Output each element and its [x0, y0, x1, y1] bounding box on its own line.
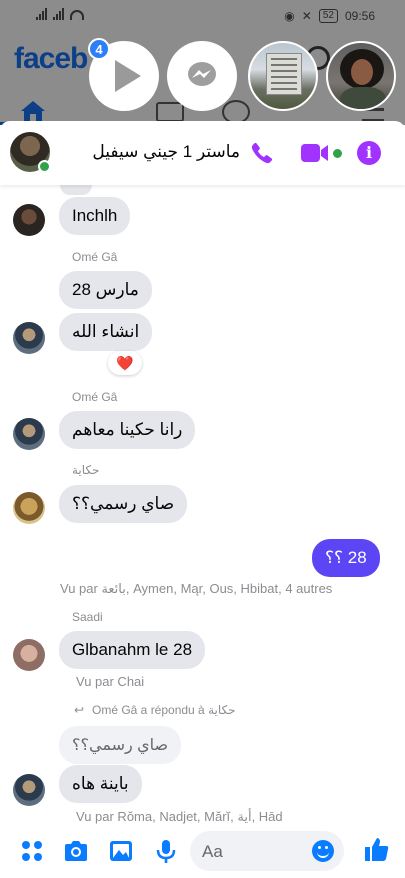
- microphone-icon[interactable]: [152, 837, 180, 865]
- avatar[interactable]: [13, 492, 45, 524]
- video-call-icon[interactable]: [301, 143, 329, 163]
- message-bubble[interactable]: 28 مارس: [59, 271, 152, 309]
- conversation-header: ماستر 1 جيني سيفيل i: [0, 121, 405, 185]
- seen-by-text[interactable]: Vu par بائعة, Aymen, Mąr, Ous, Hbibat, 4…: [60, 581, 332, 597]
- avatar[interactable]: [13, 418, 45, 450]
- avatar[interactable]: [13, 204, 45, 236]
- facebook-logo: faceb: [14, 42, 88, 75]
- like-icon[interactable]: [362, 835, 390, 863]
- status-bar: ◉ ✕ 52 09:56: [0, 0, 405, 32]
- apps-icon[interactable]: [18, 837, 46, 865]
- message-composer: Aa: [0, 825, 405, 878]
- eye-icon: ◉: [284, 9, 295, 23]
- quoted-message[interactable]: صاي رسمي؟؟: [59, 726, 182, 764]
- sent-message-bubble[interactable]: 28 ؟؟: [312, 539, 380, 577]
- message-bubble[interactable]: انشاء الله: [59, 313, 153, 351]
- message-bubble[interactable]: Inchlh: [59, 197, 131, 235]
- video-active-indicator: [333, 149, 342, 158]
- message-bubble[interactable]: صاي رسمي؟؟: [59, 485, 188, 523]
- battery-icon: 52: [318, 9, 338, 23]
- reply-arrow-icon: ↩: [74, 703, 85, 717]
- chat-head-contact[interactable]: [326, 41, 396, 111]
- sender-name: حكاية: [72, 463, 100, 477]
- avatar[interactable]: [13, 774, 45, 806]
- seen-by-text[interactable]: Vu par Chai: [76, 674, 144, 689]
- wifi-icon: [70, 10, 84, 20]
- message-bubble[interactable]: باينة هاه: [59, 765, 142, 803]
- messenger-screen: faceb ◉ ✕ 52 09:56 4 ماستر 1 جيني سيفيل …: [0, 0, 405, 878]
- chat-head-group[interactable]: [248, 41, 318, 111]
- marketplace-icon: [156, 102, 184, 122]
- previous-message-tail: [60, 185, 92, 195]
- chat-head-messenger[interactable]: [167, 41, 237, 111]
- signal-icon: [36, 8, 47, 20]
- sender-name: Saadi: [72, 610, 103, 624]
- signal-icon: [53, 8, 64, 20]
- messenger-icon: [188, 62, 216, 86]
- online-indicator: [38, 160, 51, 173]
- building-photo: [266, 53, 302, 95]
- play-icon: [115, 60, 141, 92]
- sender-name: Omé Gâ: [72, 250, 118, 264]
- message-input-placeholder: Aa: [202, 842, 223, 861]
- clock: 09:56: [344, 9, 375, 23]
- avatar[interactable]: [13, 322, 45, 354]
- heart-reaction-icon[interactable]: ❤️: [108, 351, 142, 375]
- avatar-face: [351, 59, 373, 85]
- mute-icon: ✕: [301, 9, 312, 23]
- reply-indicator: Omé Gâ a répondu à حكاية: [92, 703, 236, 717]
- emoji-icon[interactable]: [312, 840, 334, 862]
- info-icon[interactable]: i: [357, 141, 381, 165]
- avatar[interactable]: [13, 639, 45, 671]
- message-bubble[interactable]: Glbanahm le 28: [59, 631, 206, 669]
- gallery-icon[interactable]: [107, 837, 135, 865]
- sender-name: Omé Gâ: [72, 390, 118, 404]
- avatar-body: [340, 87, 386, 109]
- conversation-title[interactable]: ماستر 1 جيني سيفيل: [92, 142, 240, 162]
- message-input[interactable]: Aa: [190, 831, 344, 871]
- home-icon: [20, 100, 46, 122]
- seen-by-text[interactable]: Vu par Rŏma, Nadjet, Mărĭ, أية, Hād: [76, 809, 283, 825]
- message-bubble[interactable]: رانا حكينا معاهم: [59, 411, 196, 449]
- unread-badge: 4: [88, 38, 110, 60]
- camera-icon[interactable]: [62, 837, 90, 865]
- phone-icon[interactable]: [250, 141, 274, 165]
- message-list[interactable]: Inchlh Omé Gâ 28 مارس انشاء الله ❤️ Omé …: [0, 185, 405, 825]
